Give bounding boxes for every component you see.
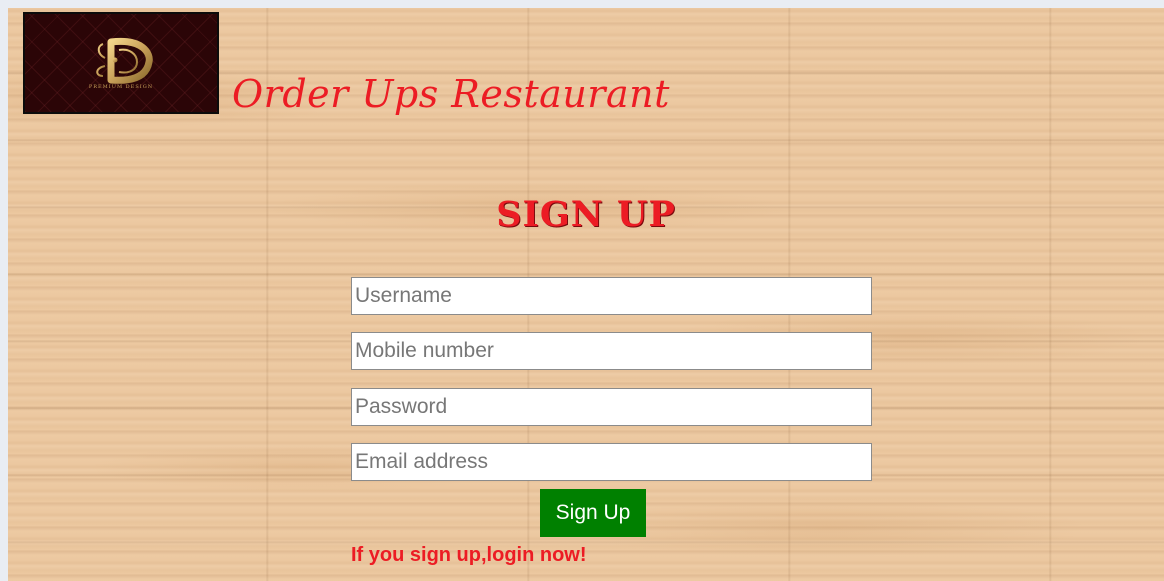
sign-up-button[interactable]: Sign Up	[540, 489, 646, 537]
page-title: SIGN UP	[496, 194, 676, 235]
login-link[interactable]: If you sign up,login now!	[351, 544, 587, 567]
logo: PREMIUM DESIGN	[23, 12, 219, 114]
username-input[interactable]	[351, 277, 872, 315]
password-input[interactable]	[351, 388, 872, 426]
ornate-letter-d-logo-icon	[96, 37, 153, 84]
restaurant-name: Order Ups Restaurant	[232, 72, 670, 116]
page-background: PREMIUM DESIGN Order Ups Restaurant SIGN…	[8, 8, 1164, 581]
mobile-number-input[interactable]	[351, 332, 872, 370]
logo-caption: PREMIUM DESIGN	[88, 84, 154, 90]
email-input[interactable]	[351, 443, 872, 481]
